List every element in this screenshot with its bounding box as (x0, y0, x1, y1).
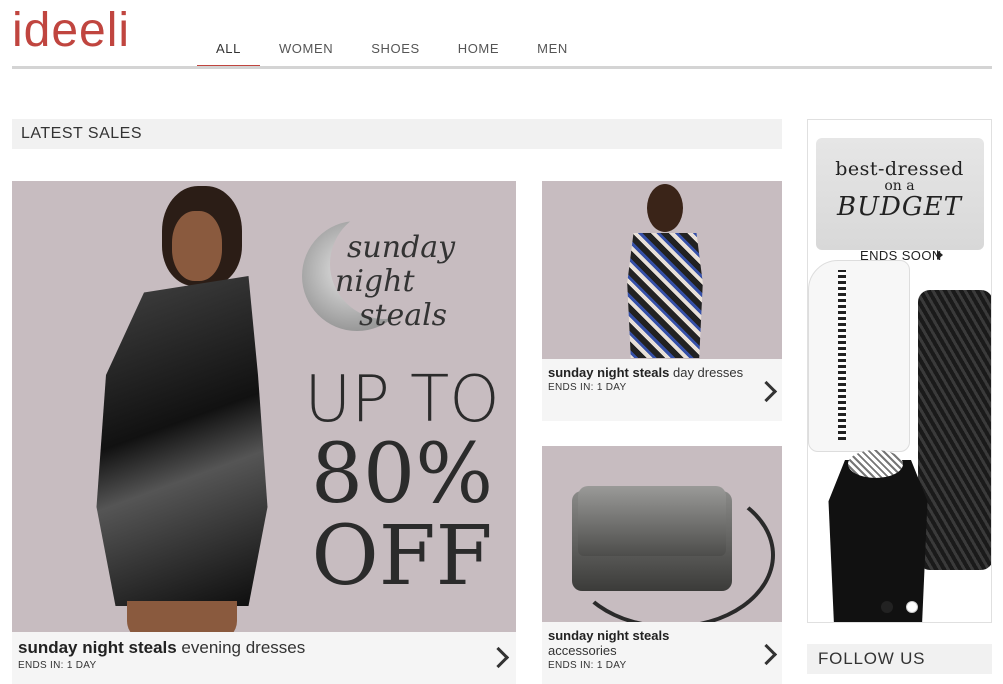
model-head (647, 184, 683, 232)
featured-title: sunday night steals evening dresses (18, 638, 486, 658)
featured-ends: ENDS IN: 1 DAY (18, 660, 97, 671)
accessories-tile[interactable]: sunday night steals accessories ENDS IN:… (542, 446, 782, 684)
model-face (172, 211, 222, 281)
promo-line-percent: 80% (310, 427, 494, 522)
carousel-dot[interactable] (881, 601, 893, 613)
accessories-caption[interactable]: sunday night steals accessories ENDS IN:… (542, 622, 782, 684)
blouse-image (808, 260, 910, 452)
chevron-right-icon[interactable] (487, 646, 510, 669)
script-line-2: night (335, 264, 415, 299)
day-dresses-title-bold: sunday night steals (548, 365, 670, 380)
chevron-right-icon[interactable] (755, 643, 778, 666)
sequin-pants-image (918, 290, 991, 570)
promo-line-upto: UP TO (304, 363, 500, 437)
accessories-title-rest: accessories (548, 643, 617, 658)
promo-line-off: OFF (311, 509, 493, 604)
featured-caption[interactable]: sunday night steals evening dresses ENDS… (12, 632, 516, 684)
tab-shoes[interactable]: SHOES (352, 40, 439, 69)
follow-us-heading: FOLLOW US (807, 644, 992, 674)
script-line-1: sunday (347, 230, 456, 265)
best-dressed-banner[interactable]: best-dressed on a BUDGET ENDS SOON (807, 119, 992, 623)
featured-sale-tile[interactable]: sunday night steals UP TO 80% OFF sunday… (12, 181, 516, 684)
day-dresses-ends: ENDS IN: 1 DAY (548, 382, 627, 393)
day-dresses-tile[interactable]: sunday night steals day dresses ENDS IN:… (542, 181, 782, 421)
category-nav: ALL WOMEN SHOES HOME MEN (197, 40, 587, 69)
script-line-3: steals (359, 298, 448, 333)
day-dresses-title: sunday night steals day dresses (548, 365, 752, 380)
sunday-night-steals-script: sunday night steals (335, 230, 456, 333)
triangle-right-icon (937, 250, 943, 260)
black-dress-image (828, 460, 928, 622)
accessories-title-bold: sunday night steals (548, 628, 670, 643)
chevron-right-icon[interactable] (755, 380, 778, 403)
day-dresses-caption[interactable]: sunday night steals day dresses ENDS IN:… (542, 359, 782, 421)
nav-divider (12, 66, 992, 69)
sequin-dress-image (96, 276, 268, 606)
tab-home[interactable]: HOME (439, 40, 518, 69)
tab-all[interactable]: ALL (197, 40, 260, 69)
featured-title-rest: evening dresses (176, 638, 306, 657)
tab-men[interactable]: MEN (518, 40, 587, 69)
collar-detail (848, 450, 903, 478)
lace-trim (838, 270, 846, 440)
featured-title-bold: sunday night steals (18, 638, 177, 657)
latest-sales-heading: LATEST SALES (12, 119, 782, 149)
ideeli-logo[interactable]: ideeli (12, 4, 130, 58)
handbag-flap (578, 486, 726, 556)
accessories-ends: ENDS IN: 1 DAY (548, 660, 627, 671)
banner-line-3: BUDGET (837, 192, 962, 222)
tab-women[interactable]: WOMEN (260, 40, 352, 69)
day-dresses-title-rest: day dresses (669, 365, 744, 380)
promo-discount: UP TO 80% OFF (302, 366, 502, 598)
carousel-dot[interactable] (906, 601, 918, 613)
printed-dress-image (627, 233, 703, 358)
banner-line-1: best-dressed (835, 158, 964, 180)
